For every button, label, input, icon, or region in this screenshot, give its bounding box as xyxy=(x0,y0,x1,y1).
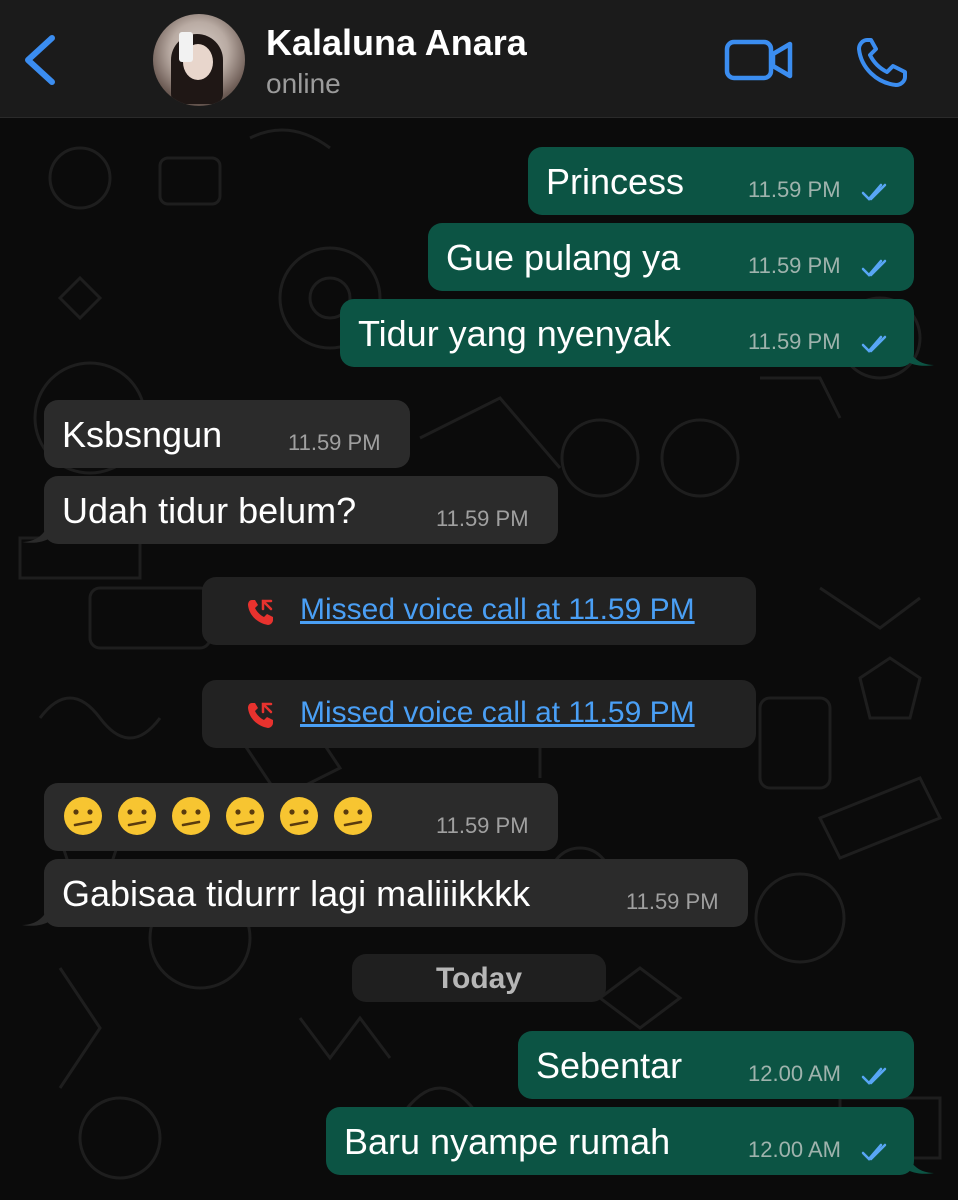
double-check-icon xyxy=(861,1067,887,1085)
message-text: Gabisaa tidurrr lagi maliiikkkk xyxy=(62,873,531,914)
video-camera-icon xyxy=(724,39,793,81)
double-check-icon xyxy=(861,183,887,201)
confused-face-icon xyxy=(64,797,102,835)
confused-face-icon xyxy=(172,797,210,835)
phone-icon xyxy=(857,38,907,87)
outgoing-message[interactable]: Sebentar 12.00 AM xyxy=(518,1031,914,1099)
message-time: 11.59 PM xyxy=(748,253,841,278)
message-time: 11.59 PM xyxy=(288,430,381,455)
back-button[interactable] xyxy=(18,30,68,90)
message-text: Baru nyampe rumah xyxy=(344,1121,671,1162)
outgoing-message[interactable]: Princess 11.59 PM xyxy=(528,147,914,215)
missed-call-link[interactable]: Missed voice call at 11.59 PM xyxy=(300,696,695,730)
missed-call-notice: Missed voice call at 11.59 PM xyxy=(202,680,756,748)
message-text: Ksbsngun xyxy=(62,414,223,455)
incoming-message[interactable]: 11.59 PM xyxy=(44,783,558,851)
chevron-left-icon xyxy=(25,35,55,85)
outgoing-message[interactable]: Tidur yang nyenyak 11.59 PM xyxy=(340,299,914,367)
confused-face-icon xyxy=(118,797,156,835)
missed-call-link[interactable]: Missed voice call at 11.59 PM xyxy=(300,593,695,627)
contact-status: online xyxy=(266,68,341,99)
message-time: 11.59 PM xyxy=(626,889,719,914)
date-separator-label: Today xyxy=(435,962,523,995)
outgoing-message[interactable]: Gue pulang ya 11.59 PM xyxy=(428,223,914,291)
message-text: Tidur yang nyenyak xyxy=(358,313,671,354)
bubble-tail xyxy=(906,343,934,366)
message-time: 11.59 PM xyxy=(436,813,529,838)
bubble-tail xyxy=(22,520,50,543)
message-text: Udah tidur belum? xyxy=(62,490,357,531)
missed-call-icon xyxy=(248,702,273,728)
voice-call-button[interactable] xyxy=(855,36,909,88)
message-time: 11.59 PM xyxy=(436,506,529,531)
message-time: 12.00 AM xyxy=(748,1137,841,1162)
outgoing-message[interactable]: Baru nyampe rumah 12.00 AM xyxy=(326,1107,914,1175)
incoming-message[interactable]: Ksbsngun 11.59 PM xyxy=(44,400,410,468)
incoming-message[interactable]: Udah tidur belum? 11.59 PM xyxy=(44,476,558,544)
message-text: Gue pulang ya xyxy=(446,237,681,278)
double-check-icon xyxy=(861,1143,887,1161)
double-check-icon xyxy=(861,335,887,353)
incoming-message[interactable]: Gabisaa tidurrr lagi maliiikkkk 11.59 PM xyxy=(44,859,748,927)
message-time: 12.00 AM xyxy=(748,1061,841,1086)
bubble-tail xyxy=(906,1151,934,1174)
date-separator: Today xyxy=(352,954,606,1002)
chat-area[interactable]: Princess 11.59 PM Gue pulang ya 11.59 PM… xyxy=(0,118,958,1200)
bubble-tail xyxy=(22,903,50,926)
message-text: Sebentar xyxy=(536,1045,683,1086)
confused-face-icon xyxy=(226,797,264,835)
message-time: 11.59 PM xyxy=(748,177,841,202)
confused-face-icon xyxy=(334,797,372,835)
double-check-icon xyxy=(861,259,887,277)
confused-face-icon xyxy=(280,797,318,835)
chat-header: Kalaluna Anara online xyxy=(0,0,958,118)
message-time: 11.59 PM xyxy=(748,329,841,354)
missed-call-icon xyxy=(248,599,273,625)
contact-name[interactable]: Kalaluna Anara xyxy=(266,22,527,64)
video-call-button[interactable] xyxy=(724,36,794,84)
contact-avatar[interactable] xyxy=(153,14,245,106)
message-text: Princess xyxy=(546,161,685,202)
missed-call-notice: Missed voice call at 11.59 PM xyxy=(202,577,756,645)
